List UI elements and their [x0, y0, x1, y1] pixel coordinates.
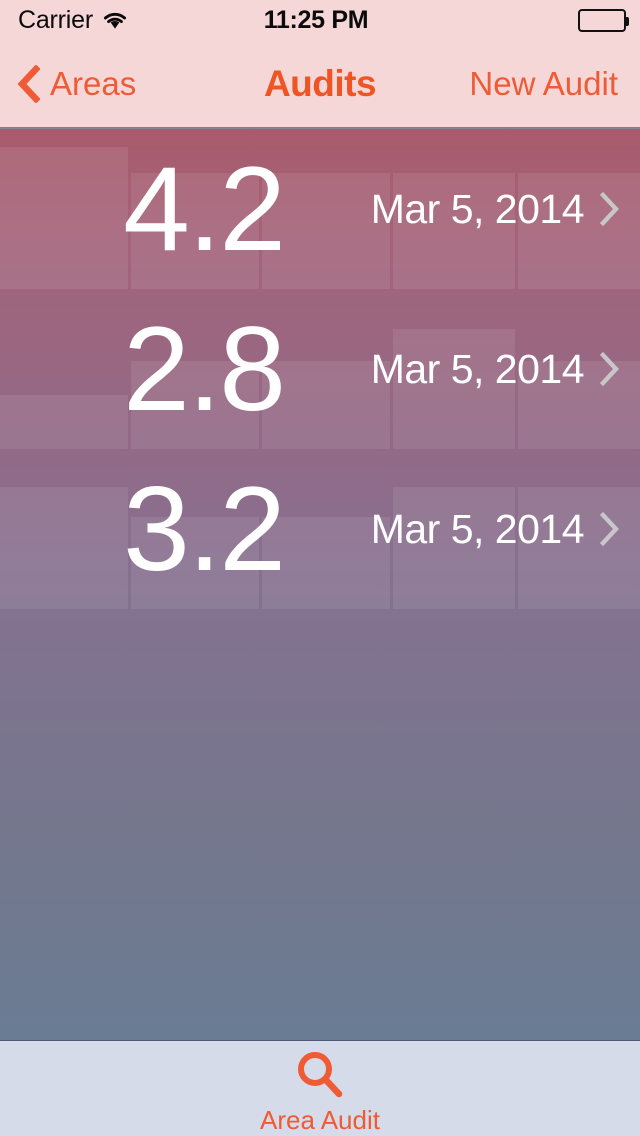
battery-full-icon — [578, 8, 629, 32]
audit-score: 4.2 — [123, 142, 286, 276]
carrier-label: Carrier — [18, 5, 93, 34]
audit-date: Mar 5, 2014 — [370, 505, 585, 552]
chevron-right-icon — [599, 351, 620, 387]
content-area: 4.2 Mar 5, 2014 2.8 Mar 5, 2014 3.2 Mar … — [0, 129, 640, 1040]
tab-bar: Area Audit — [0, 1040, 640, 1136]
audit-date: Mar 5, 2014 — [370, 185, 585, 232]
audit-row-right: Mar 5, 2014 — [371, 129, 620, 289]
new-audit-button[interactable]: New Audit — [469, 40, 618, 127]
table-row[interactable]: 3.2 Mar 5, 2014 — [0, 449, 640, 609]
chevron-right-icon — [599, 511, 620, 547]
app-screen: Carrier 11:25 PM Areas Audits New Audit … — [0, 0, 640, 1136]
table-row[interactable]: 2.8 Mar 5, 2014 — [0, 289, 640, 449]
audit-score: 3.2 — [123, 462, 286, 596]
table-row[interactable]: 4.2 Mar 5, 2014 — [0, 129, 640, 289]
wifi-icon — [102, 10, 128, 30]
audit-row-right: Mar 5, 2014 — [371, 449, 620, 609]
status-bar: Carrier 11:25 PM — [0, 0, 640, 40]
audit-score: 2.8 — [123, 302, 286, 436]
tab-area-audit-label: Area Audit — [260, 1104, 380, 1135]
status-bar-right — [578, 0, 629, 40]
clock-label: 11:25 PM — [263, 5, 369, 34]
chevron-right-icon — [599, 191, 620, 227]
audit-row-right: Mar 5, 2014 — [371, 289, 620, 449]
navigation-bar: Areas Audits New Audit — [0, 40, 640, 128]
status-bar-left: Carrier — [18, 0, 128, 40]
tab-area-audit[interactable]: Area Audit — [260, 1045, 380, 1133]
audit-list: 4.2 Mar 5, 2014 2.8 Mar 5, 2014 3.2 Mar … — [0, 129, 640, 609]
audit-date: Mar 5, 2014 — [370, 345, 585, 392]
search-icon — [294, 1049, 346, 1101]
